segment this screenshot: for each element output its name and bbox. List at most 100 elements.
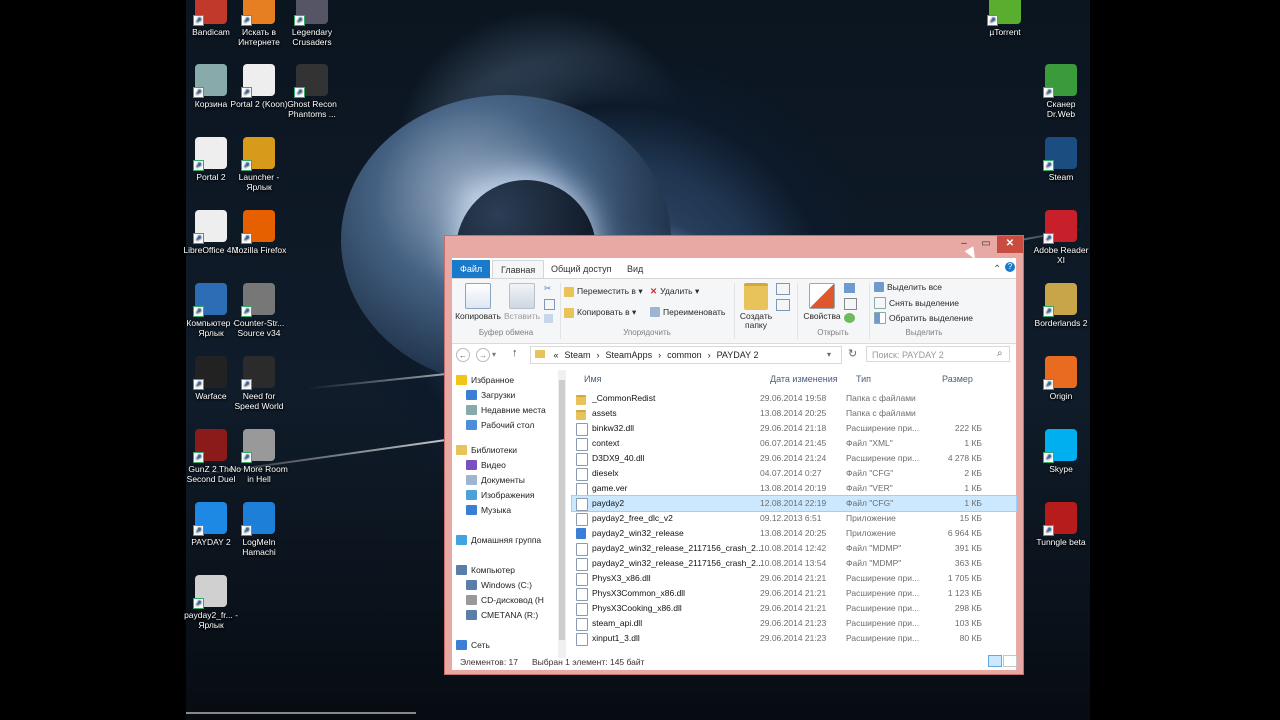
desktop-icon[interactable]: ↗ No More Room in Hell [230,429,288,484]
paste-button[interactable]: Вставить [502,283,542,321]
file-row[interactable]: PhysX3Cooking_x86.dll 29.06.2014 21:21 Рас… [572,601,1016,616]
file-row[interactable]: dieselx 04.07.2014 0:27 Файл "CFG" 2 КБ [572,466,1016,481]
desktop-icon[interactable]: ↗ payday2_fr... - Ярлык [182,575,240,630]
column-size[interactable]: Размер [942,374,973,384]
desktop-icon[interactable]: ↗ Tunngle beta [1032,502,1090,547]
copy-button[interactable]: Копировать [455,283,501,321]
address-bar[interactable]: « Steam › SteamApps › common › PAYDAY 2 ▾ [530,346,842,364]
tab-view[interactable]: Вид [619,260,651,278]
desktop-icon[interactable]: ↗ Сканер Dr.Web [1032,64,1090,119]
scrollbar-thumb[interactable] [559,380,565,640]
file-row[interactable]: assets 13.08.2014 20:25 Папка с файлами [572,406,1016,421]
file-row[interactable]: PhysX3Common_x86.dll 29.06.2014 21:21 Расш… [572,586,1016,601]
desktop-icon[interactable]: ↗ Origin [1032,356,1090,401]
close-button[interactable]: ✕ [997,236,1023,253]
up-button[interactable]: ↑ [512,347,518,359]
large-icons-view-button[interactable] [1003,655,1017,667]
forward-button[interactable]: → [476,348,490,362]
refresh-button[interactable]: ↻ [848,347,857,360]
search-input[interactable]: Поиск: PAYDAY 2 [866,346,1010,362]
desktop-icon[interactable]: ↗ Legendary Crusaders [283,0,341,47]
breadcrumb-separator[interactable]: › [708,350,711,360]
details-view-button[interactable] [988,655,1002,667]
move-to-button[interactable]: Переместить в ▾ [564,286,643,297]
invert-selection-button[interactable]: Обратить выделение [874,312,973,324]
recent-locations-icon[interactable]: ▾ [492,350,496,359]
paste-shortcut-icon[interactable] [544,314,553,323]
edit-icon[interactable] [844,298,857,310]
desktop-icon[interactable]: ↗ Mozilla Firefox [230,210,288,255]
desktop-icon[interactable]: ↗ Skype [1032,429,1090,474]
select-none-button[interactable]: Снять выделение [874,297,959,309]
history-icon[interactable] [844,313,855,323]
desktop-icon[interactable]: ↗ µTorrent [976,0,1034,37]
nav-item[interactable]: Музыка [466,505,511,515]
open-icon[interactable] [844,283,855,293]
desktop-icon[interactable]: ↗ Portal 2 (Koon) [230,64,288,109]
properties-button[interactable]: Свойства [800,283,844,321]
breadcrumb-item[interactable]: common [667,350,702,360]
back-button[interactable]: ← [456,348,470,362]
cut-icon[interactable]: ✂ [544,283,551,294]
file-row[interactable]: _CommonRedist 29.06.2014 19:58 Папка с фай… [572,391,1016,406]
nav-scrollbar[interactable] [558,370,566,658]
nav-item[interactable]: Библиотеки [456,445,517,455]
chevron-up-icon[interactable]: ⌃ [993,264,1001,275]
desktop-icon[interactable]: ↗ Steam [1032,137,1090,182]
nav-item[interactable]: Загрузки [466,390,515,400]
nav-item[interactable]: СМЕТАNA (R:) [466,610,538,620]
file-row[interactable]: binkw32.dll 29.06.2014 21:18 Расширение пр… [572,421,1016,436]
file-row[interactable]: steam_api.dll 29.06.2014 21:23 Расширение … [572,616,1016,631]
new-folder-button[interactable]: Создать папку [737,283,775,330]
nav-item[interactable]: Сеть [456,640,490,650]
column-name[interactable]: Имя [584,374,602,384]
nav-item[interactable]: Компьютер [456,565,515,575]
breadcrumb-separator[interactable]: « [554,350,559,360]
select-all-button[interactable]: Выделить все [874,282,942,292]
breadcrumb-item[interactable]: Steam [565,350,591,360]
tab-share[interactable]: Общий доступ [543,260,619,278]
file-row[interactable]: PhysX3_x86.dll 29.06.2014 21:21 Расширение… [572,571,1016,586]
nav-item[interactable]: Видео [466,460,506,470]
file-row[interactable]: D3DX9_40.dll 29.06.2014 21:24 Расширение п… [572,451,1016,466]
desktop-icon[interactable]: ↗ Borderlands 2 [1032,283,1090,328]
easy-access-icon[interactable] [776,299,790,311]
file-row[interactable]: xinput1_3.dll 29.06.2014 21:23 Расширение … [572,631,1016,646]
file-row[interactable]: payday2_free_dlc_v2 09.12.2013 6:51 Прилож… [572,511,1016,526]
desktop-icon[interactable]: ↗ Need for Speed World [230,356,288,411]
delete-button[interactable]: ✕ Удалить ▾ [650,286,699,297]
nav-item[interactable]: Изображения [466,490,534,500]
file-row[interactable]: payday2_win32_release_2117156_crash_2...… [572,541,1016,556]
nav-item[interactable]: Недавние места [466,405,546,415]
file-row[interactable]: payday2_win32_release_2117156_crash_2...… [572,556,1016,571]
nav-item[interactable]: Домашняя группа [456,535,541,545]
nav-item[interactable]: CD-дисковод (H [466,595,544,605]
copy-path-icon[interactable] [544,299,555,310]
desktop-icon[interactable]: ↗ Ghost Recon Phantoms ... [283,64,341,119]
desktop-icon[interactable]: ↗ Искать в Интернете [230,0,288,47]
nav-item[interactable]: Документы [466,475,525,485]
breadcrumb-separator[interactable]: › [658,350,661,360]
tab-file[interactable]: Файл [452,260,491,278]
explorer-window[interactable]: – ▭ ✕ Файл Главная Общий доступ Вид ⌃ ? … [444,235,1024,675]
column-date[interactable]: Дата изменения [770,374,838,384]
help-icon[interactable]: ? [1005,262,1015,272]
nav-item[interactable]: Рабочий стол [466,420,534,430]
breadcrumb-item[interactable]: PAYDAY 2 [717,350,759,360]
column-type[interactable]: Тип [856,374,871,384]
breadcrumb-separator[interactable]: › [597,350,600,360]
desktop-icon[interactable]: ↗ Adobe Reader XI [1032,210,1090,265]
window-titlebar[interactable]: – ▭ ✕ [445,236,1023,258]
maximize-button[interactable]: ▭ [975,236,997,253]
file-row[interactable]: game.ver 13.08.2014 20:19 Файл "VER" 1 КБ [572,481,1016,496]
address-dropdown-icon[interactable]: ▾ [827,347,831,363]
file-row[interactable]: payday2 12.08.2014 22:19 Файл "CFG" 1 КБ [571,495,1017,512]
file-row[interactable]: context 06.07.2014 21:45 Файл "XML" 1 КБ [572,436,1016,451]
breadcrumb-item[interactable]: SteamApps [606,350,653,360]
rename-button[interactable]: Переименовать [650,307,725,317]
desktop-icon[interactable]: ↗ LogMeIn Hamachi [230,502,288,557]
copy-to-button[interactable]: Копировать в ▾ [564,307,636,318]
desktop-icon[interactable]: ↗ Launcher - Ярлык [230,137,288,192]
new-item-icon[interactable] [776,283,790,295]
nav-item[interactable]: Windows (C:) [466,580,532,590]
